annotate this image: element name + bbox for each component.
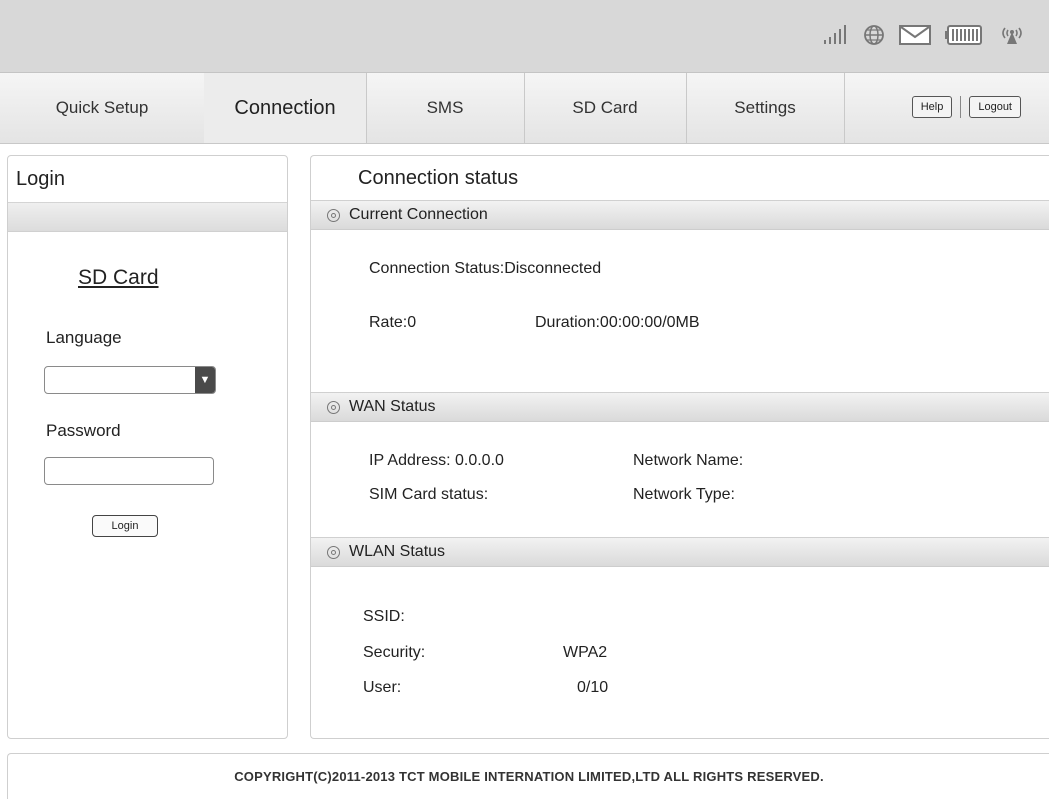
battery-icon [945, 24, 983, 46]
login-panel: Login SD Card Language ▼ Password Login [7, 155, 288, 739]
wan-status-header: WAN Status [311, 392, 1049, 422]
language-select[interactable]: ▼ [44, 366, 216, 394]
nav-label: SMS [426, 98, 464, 117]
status-icons [823, 24, 1027, 46]
nav-buttons: Help Logout [911, 96, 1021, 118]
section-label: WAN Status [349, 398, 436, 415]
section-label: Current Connection [349, 206, 488, 223]
password-input[interactable] [44, 457, 214, 485]
logout-button[interactable]: Logout [969, 96, 1021, 118]
ssid-label: SSID: [363, 608, 405, 625]
nav-divider [960, 96, 962, 118]
user-label: User: [363, 679, 402, 696]
globe-icon [863, 24, 885, 46]
login-header-bar [8, 202, 287, 232]
chevron-down-icon[interactable]: ▼ [195, 367, 215, 393]
status-title: Connection status [358, 167, 519, 189]
nav-sms[interactable]: SMS [366, 73, 525, 143]
help-button[interactable]: Help [911, 96, 953, 118]
wlan-status-header: WLAN Status [311, 537, 1049, 567]
sd-card-link[interactable]: SD Card [78, 266, 159, 290]
bullet-icon [327, 208, 340, 222]
wifi-icon [997, 24, 1027, 46]
bullet-icon [327, 545, 340, 559]
language-label: Language [46, 328, 122, 347]
copyright-text: COPYRIGHT(C)2011-2013 TCT MOBILE INTERNA… [234, 769, 824, 784]
nav-quick-setup[interactable]: Quick Setup [0, 73, 205, 143]
login-button[interactable]: Login [92, 515, 158, 537]
nav-label: Connection [234, 96, 336, 119]
ip-address-text: IP Address: 0.0.0.0 [369, 452, 504, 469]
bullet-icon [327, 400, 340, 414]
current-connection-header: Current Connection [311, 200, 1049, 230]
network-type-text: Network Type: [633, 486, 735, 503]
nav-label: Quick Setup [55, 98, 149, 117]
network-name-text: Network Name: [633, 452, 744, 469]
rate-text: Rate:0 [369, 314, 417, 331]
main-nav: Quick Setup Connection SMS SD Card Setti… [0, 73, 1049, 144]
top-status-bar [0, 0, 1049, 73]
footer: COPYRIGHT(C)2011-2013 TCT MOBILE INTERNA… [7, 753, 1049, 799]
mail-icon [899, 25, 931, 45]
nav-sd-card[interactable]: SD Card [524, 73, 687, 143]
password-label: Password [46, 421, 121, 440]
nav-label: SD Card [572, 98, 638, 117]
security-label: Security: [363, 644, 426, 661]
connection-status-text: Connection Status:Disconnected [369, 260, 602, 277]
nav-label: Settings [734, 98, 796, 117]
connection-status-panel: Connection status Current Connection Con… [310, 155, 1049, 739]
nav-settings[interactable]: Settings [686, 73, 845, 143]
duration-text: Duration:00:00:00/0MB [535, 314, 700, 331]
section-label: WLAN Status [349, 543, 446, 560]
nav-connection[interactable]: Connection [204, 73, 367, 143]
login-title: Login [16, 168, 65, 190]
security-value: WPA2 [563, 644, 608, 661]
user-value: 0/10 [577, 679, 609, 696]
signal-icon [823, 25, 849, 45]
sim-status-text: SIM Card status: [369, 486, 489, 503]
